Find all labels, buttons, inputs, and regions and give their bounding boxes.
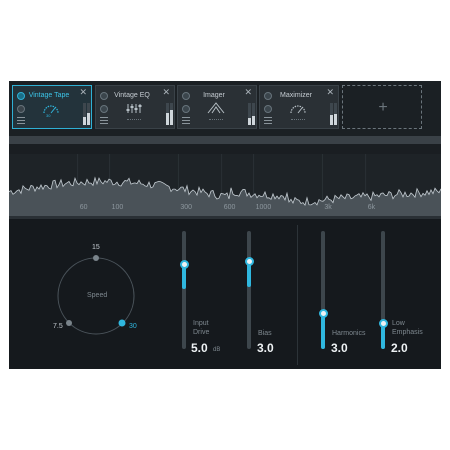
gauge-icon — [290, 105, 306, 114]
freq-label: 60 — [79, 204, 88, 211]
param-name: Bias — [258, 330, 272, 337]
menu-icon[interactable] — [17, 117, 25, 124]
param-name: Low — [392, 320, 405, 327]
close-icon[interactable]: ✕ — [244, 87, 252, 97]
module-maximizer[interactable]: Maximizer ✕ — [259, 85, 339, 129]
slider-thumb[interactable] — [378, 318, 388, 328]
add-module-slot[interactable]: + — [342, 85, 422, 129]
param-value[interactable]: 5.0 — [191, 341, 208, 355]
param-value[interactable]: 2.0 — [391, 341, 408, 355]
menu-icon[interactable] — [100, 117, 108, 124]
module-name: Vintage Tape — [28, 92, 70, 99]
freq-label: 3k — [324, 204, 332, 211]
slider-thumb[interactable] — [244, 257, 254, 267]
module-name: Vintage EQ — [114, 92, 150, 99]
speed-option-30[interactable]: 30 — [129, 323, 137, 330]
param-name: Harmonics — [332, 330, 366, 337]
module-chain: Vintage Tape ✕ 30 Vintage EQ ✕ Imager ✕ … — [9, 81, 441, 136]
divider-dots — [127, 119, 141, 123]
solo-icon[interactable] — [182, 105, 190, 113]
output-meter-left — [166, 103, 169, 125]
module-vintage-tape[interactable]: Vintage Tape ✕ 30 — [12, 85, 92, 129]
output-meter-right — [87, 103, 90, 125]
tape-controls: 15 7.5 30 Speed Input Drive 5.0 dB Bias 3.0 Ha… — [9, 219, 441, 369]
solo-icon[interactable] — [264, 105, 272, 113]
section-separator — [297, 225, 298, 365]
gauge-icon — [43, 105, 59, 114]
param-name: Emphasis — [392, 329, 423, 336]
transport-strip — [9, 144, 441, 154]
output-meter-right — [170, 103, 173, 125]
slider-fill — [321, 313, 325, 349]
divider-dots — [209, 119, 223, 123]
menu-icon[interactable] — [182, 117, 190, 124]
eq-sliders-icon — [126, 104, 142, 113]
freq-label: 6k — [367, 204, 376, 211]
freq-label: 1000 — [255, 204, 272, 211]
speed-option-15[interactable]: 15 — [92, 244, 100, 251]
freq-label: 100 — [111, 204, 124, 211]
output-meter-left — [330, 103, 333, 125]
speed-label: Speed — [87, 292, 108, 299]
header-divider — [9, 136, 441, 144]
param-name: Input — [193, 320, 209, 327]
close-icon[interactable]: ✕ — [79, 87, 87, 97]
freq-label: 600 — [223, 204, 236, 211]
slider-track[interactable] — [182, 231, 186, 349]
speed-option-7-5-dot[interactable] — [66, 320, 72, 326]
solo-icon[interactable] — [100, 105, 108, 113]
speed-option-7-5[interactable]: 7.5 — [53, 323, 63, 330]
module-name: Imager — [203, 92, 225, 99]
slider-track[interactable] — [247, 231, 251, 349]
speed-option-15-dot[interactable] — [93, 255, 99, 261]
speed-option-30-dot[interactable] — [118, 319, 126, 327]
tape-plugin-window: Vintage Tape ✕ 30 Vintage EQ ✕ Imager ✕ … — [9, 81, 441, 369]
close-icon[interactable]: ✕ — [162, 87, 170, 97]
plus-icon: + — [378, 99, 388, 116]
output-meter-right — [334, 103, 337, 125]
module-vintage-eq[interactable]: Vintage EQ ✕ — [95, 85, 175, 129]
imager-icon — [207, 102, 225, 114]
slider-thumb[interactable] — [179, 259, 189, 269]
solo-icon[interactable] — [17, 105, 25, 113]
output-meter-left — [248, 103, 251, 125]
output-meter-left — [83, 103, 86, 125]
divider-dots — [291, 119, 305, 123]
freq-label: 300 — [180, 204, 193, 211]
module-imager[interactable]: Imager ✕ — [177, 85, 257, 129]
param-unit: dB — [213, 347, 221, 353]
close-icon[interactable]: ✕ — [326, 87, 334, 97]
module-name: Maximizer — [280, 92, 312, 99]
param-value[interactable]: 3.0 — [257, 341, 274, 355]
slider-thumb[interactable] — [318, 309, 328, 319]
gauge-label: 30 — [46, 113, 51, 118]
menu-icon[interactable] — [264, 117, 272, 124]
param-value[interactable]: 3.0 — [331, 341, 348, 355]
output-meter-right — [252, 103, 255, 125]
param-name: Drive — [193, 329, 210, 336]
